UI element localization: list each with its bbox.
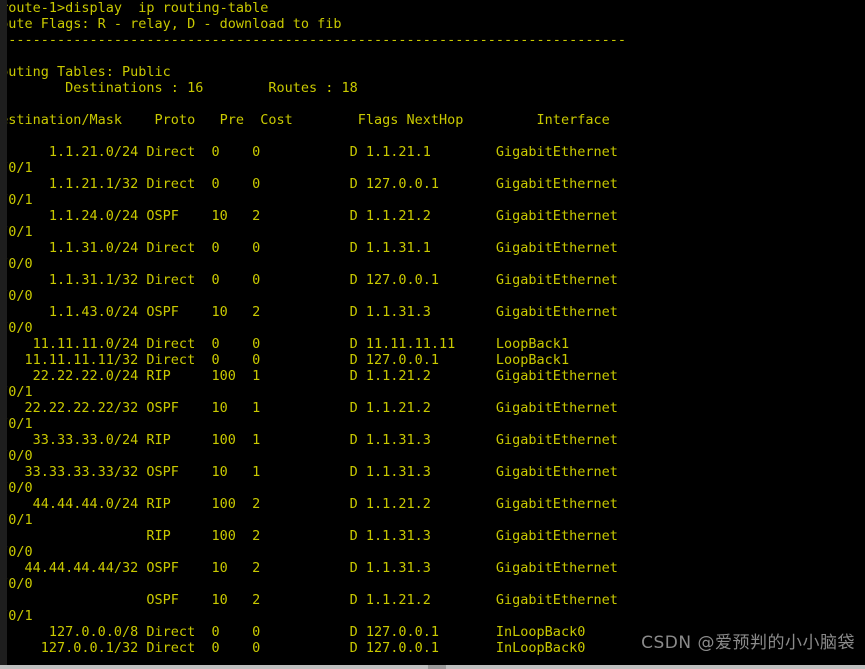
route-row: OSPF 10 2 D 1.1.21.2 GigabitEthernet: [0, 592, 618, 608]
route-row: 1.1.21.1/32 Direct 0 0 D 127.0.0.1 Gigab…: [0, 176, 618, 192]
route-row-interface-wrap: 0/0/0: [0, 320, 33, 336]
route-row-interface-wrap: 0/0/1: [0, 512, 33, 528]
route-row: 33.33.33.0/24 RIP 100 1 D 1.1.31.3 Gigab…: [0, 432, 618, 448]
command-prompt-line: <route-1>display ip routing-table: [0, 0, 269, 16]
separator-line: ----------------------------------------…: [0, 32, 626, 48]
route-row: 1.1.31.1/32 Direct 0 0 D 127.0.0.1 Gigab…: [0, 272, 618, 288]
horizontal-scrollbar-thumb[interactable]: [428, 665, 446, 669]
route-row: 44.44.44.44/32 OSPF 10 2 D 1.1.31.3 Giga…: [0, 560, 618, 576]
route-row-interface-wrap: 0/0/0: [0, 544, 33, 560]
route-row: RIP 100 2 D 1.1.31.3 GigabitEthernet: [0, 528, 618, 544]
route-row-interface-wrap: 0/0/0: [0, 576, 33, 592]
route-row-interface-wrap: 0/0/0: [0, 288, 33, 304]
table-header-line: Destination/Mask Proto Pre Cost Flags Ne…: [0, 112, 610, 128]
terminal-window: <route-1>display ip routing-table Route F…: [0, 0, 865, 669]
route-row: 11.11.11.0/24 Direct 0 0 D 11.11.11.11 L…: [0, 336, 570, 352]
route-row-interface-wrap: 0/0/1: [0, 192, 33, 208]
route-row: 1.1.24.0/24 OSPF 10 2 D 1.1.21.2 Gigabit…: [0, 208, 618, 224]
route-row: 44.44.44.0/24 RIP 100 2 D 1.1.21.2 Gigab…: [0, 496, 618, 512]
route-row-interface-wrap: 0/0/1: [0, 416, 33, 432]
route-row: 1.1.43.0/24 OSPF 10 2 D 1.1.31.3 Gigabit…: [0, 304, 618, 320]
route-row-interface-wrap: 0/0/0: [0, 480, 33, 496]
route-row: 1.1.21.0/24 Direct 0 0 D 1.1.21.1 Gigabi…: [0, 144, 618, 160]
route-row: 33.33.33.33/32 OSPF 10 1 D 1.1.31.3 Giga…: [0, 464, 618, 480]
window-left-gutter: [0, 0, 7, 665]
route-flags-line: Route Flags: R - relay, D - download to …: [0, 16, 342, 32]
destinations-routes-counts-line: Destinations : 16 Routes : 18: [0, 80, 358, 96]
route-row-interface-wrap: 0/0/1: [0, 384, 33, 400]
csdn-watermark: CSDN @爱预判的小小脑袋: [641, 633, 855, 653]
horizontal-scrollbar[interactable]: [0, 665, 865, 669]
terminal-output[interactable]: <route-1>display ip routing-table Route F…: [0, 0, 865, 665]
route-row: 22.22.22.0/24 RIP 100 1 D 1.1.21.2 Gigab…: [0, 368, 618, 384]
route-row-interface-wrap: 0/0/1: [0, 160, 33, 176]
route-row-interface-wrap: 0/0/1: [0, 224, 33, 240]
routing-tables-line: Routing Tables: Public: [0, 64, 171, 80]
route-row: 1.1.31.0/24 Direct 0 0 D 1.1.31.1 Gigabi…: [0, 240, 618, 256]
route-row: 22.22.22.22/32 OSPF 10 1 D 1.1.21.2 Giga…: [0, 400, 618, 416]
route-row-interface-wrap: 0/0/0: [0, 256, 33, 272]
route-row: 11.11.11.11/32 Direct 0 0 D 127.0.0.1 Lo…: [0, 352, 570, 368]
route-row-interface-wrap: 0/0/0: [0, 448, 33, 464]
route-row-interface-wrap: 0/0/1: [0, 608, 33, 624]
